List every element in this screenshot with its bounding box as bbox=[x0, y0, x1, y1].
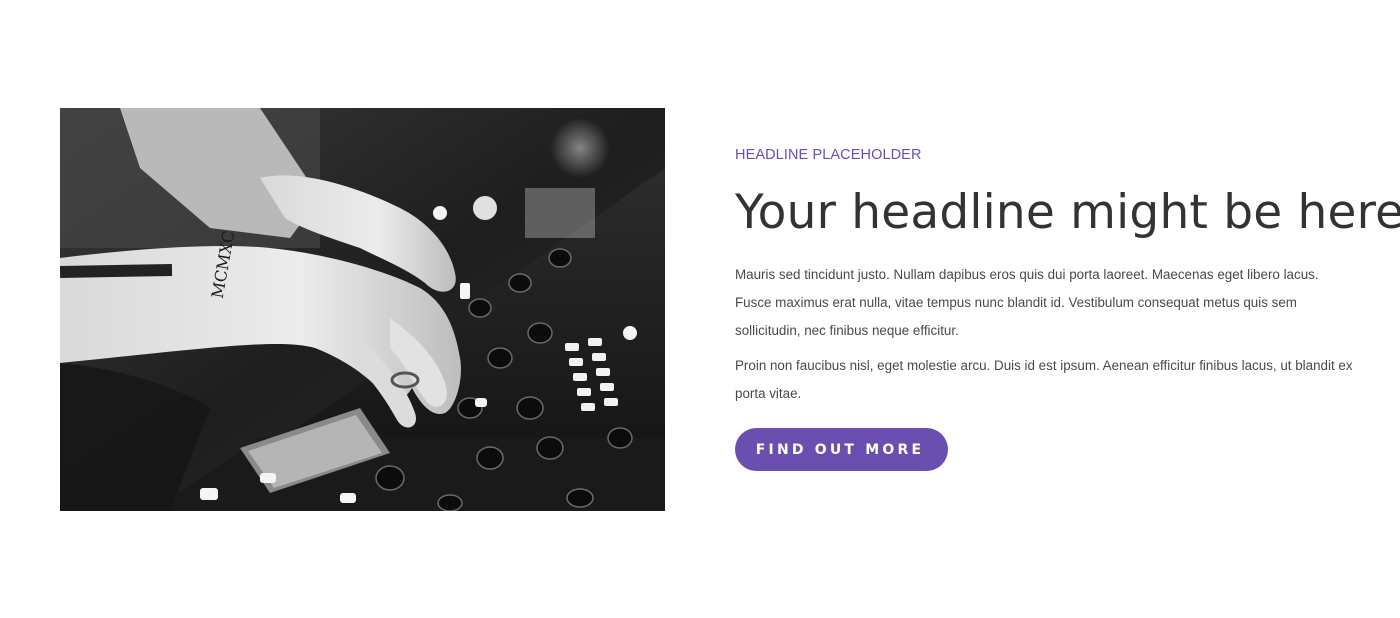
dj-mixer-photo: MCMXC bbox=[60, 108, 665, 511]
body-paragraph-2: Proin non faucibus nisl, eget molestie a… bbox=[735, 358, 1353, 401]
feature-content: HEADLINE PLACEHOLDER Your headline might… bbox=[735, 145, 1400, 471]
page-title: Your headline might be here bbox=[735, 185, 1400, 240]
body-paragraph-1: Mauris sed tincidunt justo. Nullam dapib… bbox=[735, 267, 1319, 338]
feature-image: MCMXC bbox=[60, 108, 665, 511]
feature-section: MCMXC HEADLINE PLACEHOLDER Your headline… bbox=[0, 0, 1400, 618]
eyebrow-label: HEADLINE PLACEHOLDER bbox=[735, 147, 922, 163]
find-out-more-button[interactable]: FIND OUT MORE bbox=[735, 428, 948, 471]
